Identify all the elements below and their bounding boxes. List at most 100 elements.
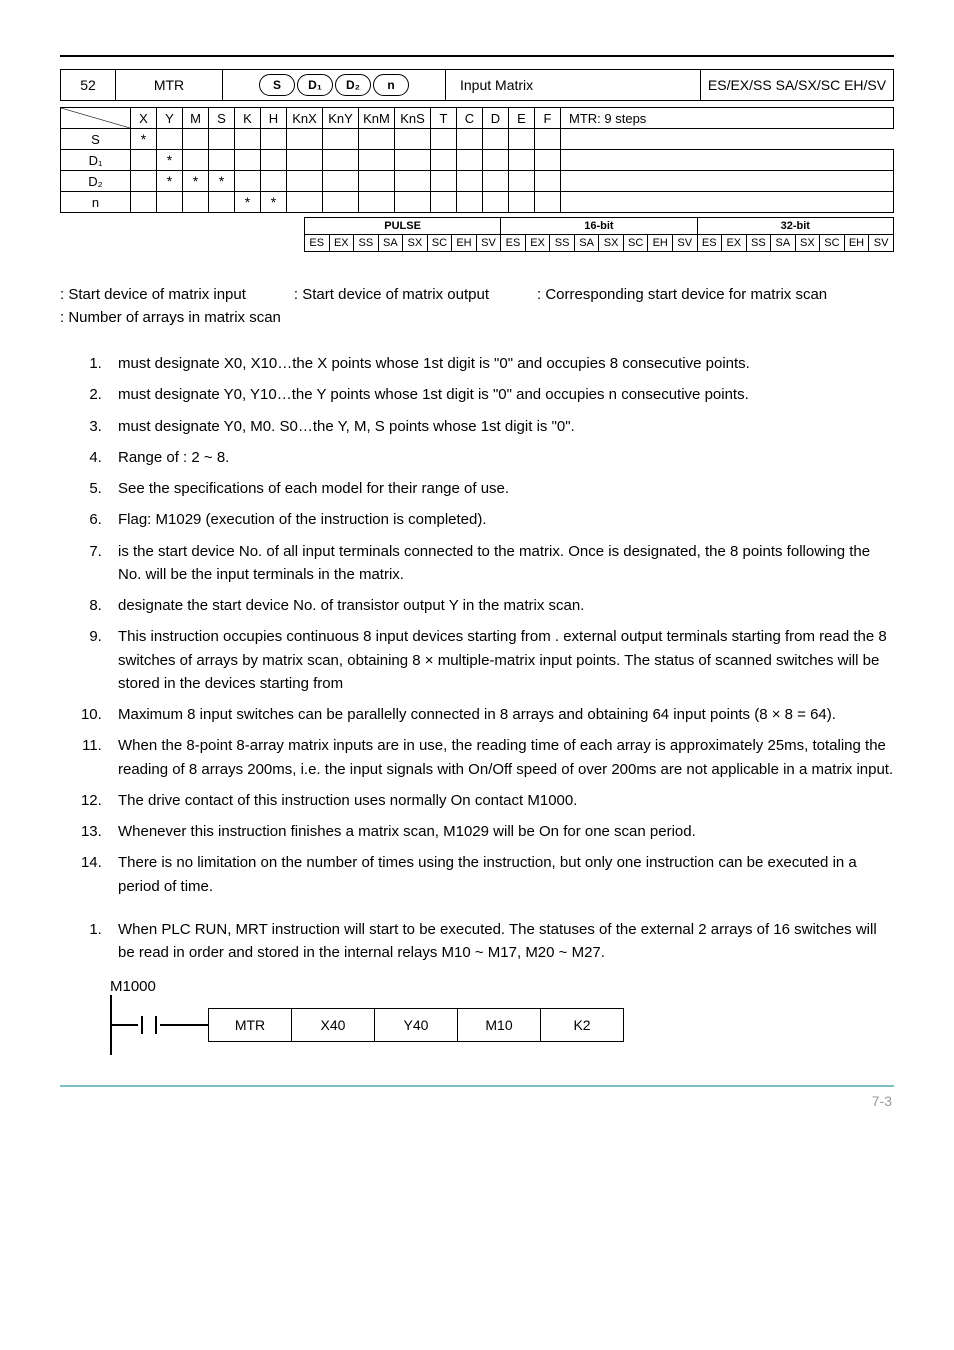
col-h: H <box>261 108 287 129</box>
operand-cell <box>131 150 157 171</box>
subtable-cell: EX <box>329 235 354 252</box>
operand-cell <box>457 129 483 150</box>
subtable-cell: SX <box>403 235 428 252</box>
subtable-cell: SC <box>427 235 452 252</box>
operand-cell <box>395 129 431 150</box>
operand-cell <box>261 171 287 192</box>
col-y: Y <box>157 108 183 129</box>
operand-cell <box>183 129 209 150</box>
ladder-diagram: M1000 MTR X40 Y40 M10 K2 <box>110 978 894 1055</box>
col-knm: KnM <box>359 108 395 129</box>
operand-cell <box>483 171 509 192</box>
operand-cell: * <box>261 192 287 213</box>
ladder-cell-k2: K2 <box>541 1008 624 1042</box>
operand-cell <box>157 129 183 150</box>
explain-item: must designate X0, X10…the X points whos… <box>106 352 894 375</box>
operand-cell: * <box>157 171 183 192</box>
operand-cell <box>323 129 359 150</box>
operand-s: S <box>259 74 295 96</box>
ladder-cell-x40: X40 <box>292 1008 375 1042</box>
operand-cell: * <box>235 192 261 213</box>
operand-cell <box>235 129 261 150</box>
operand-cell <box>131 192 157 213</box>
operand-cell: * <box>157 150 183 171</box>
operand-steps-filler <box>561 171 894 192</box>
ladder-cell-m10: M10 <box>458 1008 541 1042</box>
operand-cell <box>431 129 457 150</box>
operand-cell <box>431 171 457 192</box>
subtable-cell: SA <box>574 235 599 252</box>
subtable-cell: SS <box>354 235 379 252</box>
col-x: X <box>131 108 157 129</box>
ladder-cell-y40: Y40 <box>375 1008 458 1042</box>
subtable-cell: SV <box>672 235 697 252</box>
operand-cell <box>535 129 561 150</box>
explain-item: There is no limitation on the number of … <box>106 851 894 898</box>
operand-steps-filler <box>561 150 894 171</box>
col-s: S <box>209 108 235 129</box>
col-k: K <box>235 108 261 129</box>
explain-item: This instruction occupies continuous 8 i… <box>106 625 894 695</box>
explain-item: Flag: M1029 (execution of the instructio… <box>106 508 894 531</box>
operand-cell <box>483 129 509 150</box>
format-subtable: PULSE 16-bit 32-bit ESEXSSSASXSCEHSVESEX… <box>60 217 894 252</box>
operand-cell <box>287 150 323 171</box>
subtable-cell: SV <box>476 235 501 252</box>
operand-cell <box>359 150 395 171</box>
explain-item: must designate Y0, M0. S0…the Y, M, S po… <box>106 415 894 438</box>
ladder-boxrow: MTR X40 Y40 M10 K2 <box>208 1008 624 1042</box>
operand-cell <box>209 150 235 171</box>
col-t: T <box>431 108 457 129</box>
subtable-cell: EX <box>722 235 747 252</box>
explain-item: When the 8-point 8-array matrix inputs a… <box>106 734 894 781</box>
explain-item: Range of : 2 ~ 8. <box>106 446 894 469</box>
subtable-cell: EX <box>525 235 550 252</box>
subtable-cell: SS <box>746 235 771 252</box>
operand-d1: D₁ <box>297 74 333 96</box>
operand-cell <box>535 171 561 192</box>
operand-cell <box>209 129 235 150</box>
subtable-cell: ES <box>697 235 722 252</box>
subtable-cell: EH <box>648 235 673 252</box>
operand-row-label: S <box>61 129 131 150</box>
col-c: C <box>457 108 483 129</box>
subtable-cell: SX <box>795 235 820 252</box>
ladder-cell-mtr: MTR <box>208 1008 292 1042</box>
operand-cell <box>323 171 359 192</box>
operand-cell <box>457 192 483 213</box>
operand-cell <box>395 192 431 213</box>
explain-item: designate the start device No. of transi… <box>106 594 894 617</box>
program-example-list: When PLC RUN, MRT instruction will start… <box>60 918 894 965</box>
ladder-hsep2 <box>160 1024 208 1026</box>
operand-cell <box>359 171 395 192</box>
operand-cell <box>235 171 261 192</box>
operand-cell <box>235 150 261 171</box>
col-f: F <box>535 108 561 129</box>
operands-legend: : Start device of matrix input : Start d… <box>60 286 894 326</box>
subtable-cell: SC <box>820 235 845 252</box>
operand-cell <box>261 150 287 171</box>
instruction-header: 52 MTR S D₁ D₂ n Input Matrix ES/EX/SS S… <box>60 69 894 101</box>
top-rule <box>60 55 894 57</box>
footer-rule <box>60 1085 894 1087</box>
col-d: D <box>483 108 509 129</box>
operand-cell: * <box>131 129 157 150</box>
instruction-mnemonic: MTR <box>116 70 223 100</box>
operand-cell: * <box>209 171 235 192</box>
operand-cell <box>183 192 209 213</box>
operand-cell <box>359 129 395 150</box>
operand-cell <box>509 192 535 213</box>
operand-cell <box>509 150 535 171</box>
col-m: M <box>183 108 209 129</box>
subtable-cell: SV <box>869 235 894 252</box>
operand-row-label: n <box>61 192 131 213</box>
subtable-cell: ES <box>305 235 330 252</box>
operand-cell <box>457 150 483 171</box>
explanations-list: must designate X0, X10…the X points whos… <box>60 352 894 898</box>
subtable-pulse: PULSE <box>305 218 501 235</box>
subtable-cell: SA <box>771 235 796 252</box>
instruction-number: 52 <box>61 70 116 100</box>
subtable-cell: SC <box>623 235 648 252</box>
instruction-models: ES/EX/SS SA/SX/SC EH/SV <box>701 70 893 100</box>
operand-cell <box>483 150 509 171</box>
